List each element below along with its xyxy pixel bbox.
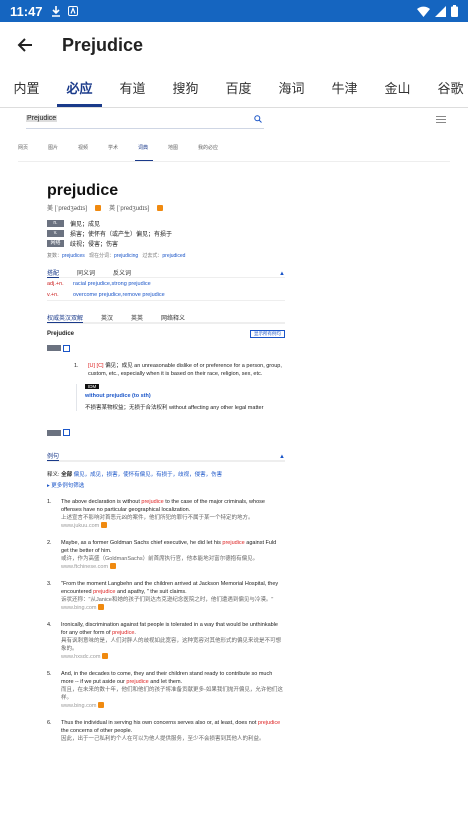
signal-icon [435, 5, 446, 17]
dict-word: Prejudice [47, 331, 75, 337]
clock: 11:47 [10, 3, 43, 19]
tab-7[interactable]: 金山 [371, 68, 424, 107]
speaker-icon[interactable] [101, 653, 108, 660]
chevron-down-icon[interactable] [63, 429, 70, 436]
tab-4[interactable]: 百度 [212, 68, 265, 107]
examples-section: 例句 ▲ [47, 449, 285, 462]
example-item: 2. Maybe, as a former Goldman Sachs chief… [47, 539, 277, 570]
dictionary-tabs: 内置 必应 有道 搜狗 百度 海词 牛津 金山 谷歌 [0, 68, 468, 108]
channel-5[interactable]: 地图 [168, 144, 198, 161]
app-bar: Prejudice [0, 22, 468, 68]
sense-1: 1. [U] [C] 偏见；成见 an unreasonable dislike… [74, 363, 282, 377]
pos-label: n. [47, 219, 64, 227]
tab-3[interactable]: 搜狗 [159, 68, 212, 107]
speaker-icon[interactable] [109, 563, 116, 570]
channel-tabs: 网页 图片 视频 学术 词典 地图 我的必应 [18, 144, 450, 162]
tab-1[interactable]: 必应 [53, 68, 106, 107]
example-item: 4. Ironically, discrimination against fat… [47, 621, 282, 660]
dict-tab-1[interactable]: 英汉 [101, 313, 113, 322]
collocation-tab-1[interactable]: 同义词 [77, 268, 95, 277]
tab-6[interactable]: 牛津 [318, 68, 371, 107]
webview: Prejudice 网页 图片 视频 学术 词典 地图 我的必应 prejudice 美 [… [0, 108, 468, 833]
definition-row: n. 偏见；成见 [47, 218, 450, 228]
definition-row: 网络 歧视；侵害；伤害 [47, 238, 450, 248]
example-item: 3. "From the moment Langbehn and the chil… [47, 580, 279, 611]
app-notification-icon [67, 6, 78, 16]
example-item: 6. Thus the individual in serving his own… [47, 719, 281, 742]
tab-examples[interactable]: 例句 [47, 451, 60, 461]
arrow-left-icon [17, 38, 32, 52]
pos-toggle-2[interactable] [47, 429, 70, 436]
phonetics: 美 [ˈpredʒədɪs] 英 [ˈpredʒudɪs] [47, 203, 450, 212]
definition-text: 偏见；成见 [70, 221, 101, 228]
search-input[interactable]: Prejudice [26, 109, 264, 129]
channel-6[interactable]: 我的必应 [198, 144, 228, 161]
definition-text: 歧视；侵害；伤害 [70, 241, 119, 248]
download-icon [51, 5, 60, 17]
menu-icon[interactable] [436, 115, 446, 123]
channel-0[interactable]: 网页 [18, 144, 48, 161]
idiom-box: IDM without prejudice (to sth) 不损害某物权益；无… [76, 384, 285, 411]
collocation-row: adj.+n. racial prejudice,strong prejudice [47, 280, 151, 287]
phonetic-uk: 英 [ˈpredʒudɪs] [109, 206, 150, 212]
tab-5[interactable]: 海词 [265, 68, 318, 107]
collocation-tab-0[interactable]: 搭配 [47, 268, 60, 278]
back-button[interactable] [14, 34, 36, 56]
collocation-row: v.+n. overcome prejudice,remove prejudice [47, 291, 165, 298]
speaker-icon[interactable] [100, 522, 107, 529]
caret-up-icon[interactable]: ▲ [279, 271, 285, 277]
battery-icon [451, 5, 458, 17]
dictionary-section: 权威英汉双解 英汉 英英 网络释义 [47, 311, 285, 324]
speaker-icon[interactable] [157, 204, 164, 211]
page-title: Prejudice [62, 34, 144, 55]
example-item: 1. The above declaration is without preju… [47, 498, 265, 529]
definition-row: v. 损害；使怀有（或产生）偏见；有损于 [47, 228, 450, 238]
speaker-icon[interactable] [95, 204, 102, 211]
channel-3[interactable]: 学术 [108, 144, 138, 161]
dict-tab-3[interactable]: 网络释义 [161, 313, 185, 322]
tab-2[interactable]: 有道 [106, 68, 159, 107]
caret-up-icon[interactable]: ▲ [279, 454, 285, 460]
dict-tab-2[interactable]: 英英 [131, 313, 143, 322]
tab-8[interactable]: 谷歌 [424, 68, 468, 107]
status-bar: 11:47 [0, 0, 468, 22]
definitions: n. 偏见；成见 v. 损害；使怀有（或产生）偏见；有损于 网络 歧视；侵害；伤害 [47, 218, 450, 248]
chevron-up-icon[interactable] [63, 344, 70, 352]
collocation-section: 搭配 同义词 反义词 ▲ adj.+n. racial prejudice,strong… [47, 266, 285, 301]
tab-0[interactable]: 内置 [0, 68, 53, 107]
channel-4[interactable]: 词典 [135, 144, 168, 161]
more-filter-link[interactable]: ▸ 更多例句筛选 [47, 481, 450, 489]
channel-1[interactable]: 图片 [48, 144, 78, 161]
collocation-tab-2[interactable]: 反义词 [113, 268, 131, 277]
pos-toggle[interactable] [47, 344, 70, 352]
channel-2[interactable]: 视频 [78, 144, 108, 161]
example-item: 5. And, in the decades to come, they and … [47, 670, 283, 709]
pos-label: 网络 [47, 239, 64, 247]
speaker-icon[interactable] [98, 604, 104, 611]
dict-tab-0[interactable]: 权威英汉双解 [47, 313, 84, 323]
show-all-examples-button[interactable]: 显示所有例句 [250, 330, 285, 338]
headword: prejudice [47, 182, 119, 199]
word-forms: 复数：prejudices 现在分词：prejudicing 过去式：preju… [47, 253, 186, 259]
pos-label: v. [47, 229, 64, 237]
speaker-icon[interactable] [98, 702, 104, 709]
search-icon[interactable] [254, 114, 262, 123]
wifi-icon [417, 6, 430, 17]
phonetic-us: 美 [ˈpredʒədɪs] [47, 206, 88, 212]
definition-text: 损害；使怀有（或产生）偏见；有损于 [70, 231, 173, 238]
